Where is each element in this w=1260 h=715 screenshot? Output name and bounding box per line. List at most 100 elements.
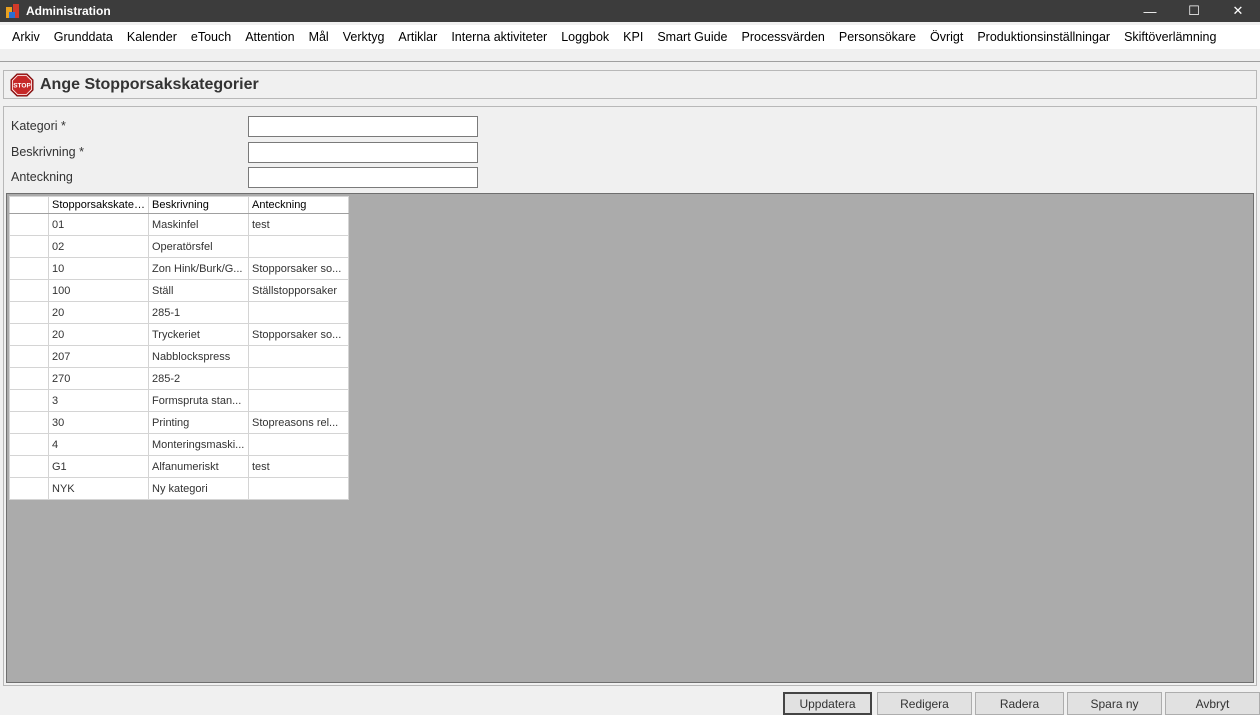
cell-kategori[interactable]: 20 [48,323,149,346]
cell-anteckning[interactable]: test [248,455,349,478]
table-row[interactable]: 4 Monteringsmaski... [9,433,349,456]
menu-item-processvarden[interactable]: Processvärden [735,30,832,44]
table-row[interactable]: G1 Alfanumeriskt test [9,455,349,478]
cell-beskrivning[interactable]: Ny kategori [148,477,249,500]
row-header[interactable] [9,389,49,412]
menu-item-skiftoverlamning[interactable]: Skiftöverlämning [1117,30,1223,44]
cell-kategori[interactable]: 270 [48,367,149,390]
cell-kategori[interactable]: 3 [48,389,149,412]
row-header[interactable] [9,323,49,346]
table-row[interactable]: 100 Ställ Ställstopporsaker [9,279,349,302]
cell-anteckning[interactable] [248,389,349,412]
cell-anteckning[interactable]: Stopreasons rel... [248,411,349,434]
cancel-button[interactable]: Avbryt [1165,692,1260,715]
cell-anteckning[interactable] [248,433,349,456]
table-row[interactable]: 270 285-2 [9,367,349,390]
row-header[interactable] [9,279,49,302]
cell-beskrivning[interactable]: 285-2 [148,367,249,390]
cell-beskrivning[interactable]: Alfanumeriskt [148,455,249,478]
table-row[interactable]: 20 Tryckeriet Stopporsaker so... [9,323,349,346]
cell-anteckning[interactable] [248,367,349,390]
menu-item-etouch[interactable]: eTouch [184,30,238,44]
cell-anteckning[interactable] [248,235,349,258]
cell-kategori[interactable]: G1 [48,455,149,478]
beskrivning-input[interactable] [248,141,478,163]
cell-anteckning[interactable]: Ställstopporsaker [248,279,349,302]
cell-beskrivning[interactable]: Nabblockspress [148,345,249,368]
menu-item-interna-aktiviteter[interactable]: Interna aktiviteter [444,30,554,44]
row-header[interactable] [9,433,49,456]
cell-anteckning[interactable]: Stopporsaker so... [248,323,349,346]
menu-item-attention[interactable]: Attention [238,30,301,44]
kategori-label: Kategori * [11,119,66,133]
cell-kategori[interactable]: 01 [48,213,149,236]
table-row[interactable]: 20 285-1 [9,301,349,324]
cell-beskrivning[interactable]: Printing [148,411,249,434]
row-header[interactable] [9,345,49,368]
cell-kategori[interactable]: NYK [48,477,149,500]
data-grid[interactable]: Stopporsakskatego Beskrivning Anteckning… [6,193,1254,683]
menu-item-loggbok[interactable]: Loggbok [554,30,616,44]
menu-item-grunddata[interactable]: Grunddata [47,30,120,44]
save-new-button[interactable]: Spara ny [1067,692,1162,715]
cell-anteckning[interactable]: Stopporsaker so... [248,257,349,280]
cell-beskrivning[interactable]: Formspruta stan... [148,389,249,412]
menu-item-artiklar[interactable]: Artiklar [391,30,444,44]
row-header[interactable] [9,213,49,236]
row-header[interactable] [9,257,49,280]
cell-kategori[interactable]: 02 [48,235,149,258]
minimize-button[interactable]: — [1128,0,1172,22]
cell-kategori[interactable]: 207 [48,345,149,368]
cell-beskrivning[interactable]: Ställ [148,279,249,302]
cell-anteckning[interactable] [248,345,349,368]
delete-button[interactable]: Radera [975,692,1064,715]
maximize-button[interactable]: ☐ [1172,0,1216,22]
update-button[interactable]: Uppdatera [783,692,872,715]
cell-anteckning[interactable] [248,477,349,500]
menu-item-ovrigt[interactable]: Övrigt [923,30,970,44]
table-row[interactable]: NYK Ny kategori [9,477,349,500]
row-header[interactable] [9,455,49,478]
menu-item-produktionsinstallningar[interactable]: Produktionsinställningar [970,30,1117,44]
table-row[interactable]: 10 Zon Hink/Burk/G... Stopporsaker so... [9,257,349,280]
cell-anteckning[interactable]: test [248,213,349,236]
table-row[interactable]: 01 Maskinfel test [9,213,349,236]
table-row[interactable]: 3 Formspruta stan... [9,389,349,412]
cell-kategori[interactable]: 20 [48,301,149,324]
cell-beskrivning[interactable]: Operatörsfel [148,235,249,258]
cell-kategori[interactable]: 10 [48,257,149,280]
menu-item-verktyg[interactable]: Verktyg [336,30,392,44]
row-header[interactable] [9,301,49,324]
cell-anteckning[interactable] [248,301,349,324]
cell-kategori[interactable]: 30 [48,411,149,434]
svg-text:STOP: STOP [13,82,31,89]
cell-beskrivning[interactable]: Zon Hink/Burk/G... [148,257,249,280]
row-header[interactable] [9,235,49,258]
cell-beskrivning[interactable]: Maskinfel [148,213,249,236]
table-row[interactable]: 30 Printing Stopreasons rel... [9,411,349,434]
cell-beskrivning[interactable]: Tryckeriet [148,323,249,346]
menu-item-mal[interactable]: Mål [302,30,336,44]
anteckning-input[interactable] [248,166,478,188]
menu-item-kpi[interactable]: KPI [616,30,650,44]
menu-item-smart-guide[interactable]: Smart Guide [650,30,734,44]
menu-item-kalender[interactable]: Kalender [120,30,184,44]
cell-beskrivning[interactable]: 285-1 [148,301,249,324]
cell-beskrivning[interactable]: Monteringsmaski... [148,433,249,456]
table-row[interactable]: 02 Operatörsfel [9,235,349,258]
menu-item-arkiv[interactable]: Arkiv [5,30,47,44]
menu-item-personsokare[interactable]: Personsökare [832,30,923,44]
row-header[interactable] [9,367,49,390]
column-header-beskrivning[interactable]: Beskrivning [148,196,249,214]
row-header[interactable] [9,477,49,500]
row-header[interactable] [9,411,49,434]
grid-corner-header[interactable] [9,196,49,214]
kategori-input[interactable] [248,115,478,137]
cell-kategori[interactable]: 4 [48,433,149,456]
edit-button[interactable]: Redigera [877,692,972,715]
column-header-anteckning[interactable]: Anteckning [248,196,349,214]
close-button[interactable]: ✕ [1216,0,1260,22]
table-row[interactable]: 207 Nabblockspress [9,345,349,368]
column-header-kategori[interactable]: Stopporsakskatego [48,196,149,214]
cell-kategori[interactable]: 100 [48,279,149,302]
